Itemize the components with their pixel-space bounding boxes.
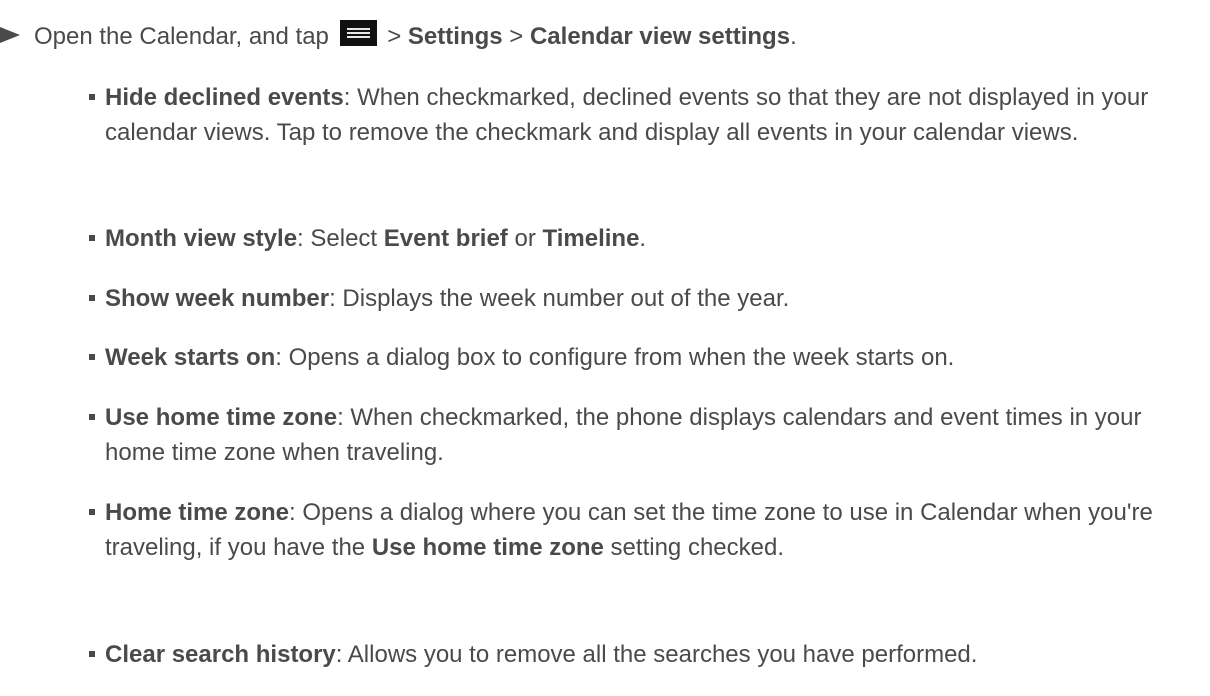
step-instruction: Open the Calendar, and tap > Settings > … [0, 20, 1200, 60]
item-description: : Select [297, 225, 384, 252]
list-item-clear-search-history: Clear search history: Allows you to remo… [89, 637, 1165, 672]
option-timeline: Timeline [542, 225, 640, 252]
step-separator: > [380, 23, 408, 50]
bullet-icon [89, 651, 95, 657]
bullet-icon [89, 235, 95, 241]
settings-label: Settings [407, 23, 503, 50]
item-description: : Allows you to remove all the searches … [335, 641, 978, 668]
list-item-home-time-zone: Home time zone: Opens a dialog where you… [89, 495, 1165, 565]
step-separator: > [502, 23, 530, 50]
list-item-show-week-number: Show week number: Displays the week numb… [89, 281, 1165, 316]
item-term: Home time zone [105, 499, 290, 526]
bullet-icon [89, 295, 95, 301]
list-item-hide-declined-events: Hide declined events: When checkmarked, … [89, 80, 1165, 150]
step-arrow-icon [0, 27, 20, 43]
step-end: . [790, 23, 797, 50]
list-item-use-home-time-zone: Use home time zone: When checkmarked, th… [89, 400, 1165, 470]
item-description: setting checked. [603, 534, 784, 561]
bullet-icon [89, 509, 95, 515]
use-home-time-zone-ref: Use home time zone [371, 534, 604, 561]
menu-icon [339, 20, 377, 46]
item-description: or [507, 225, 543, 252]
list-item-week-starts-on: Week starts on: Opens a dialog box to co… [89, 340, 1165, 375]
calendar-view-settings-label: Calendar view settings [529, 23, 791, 50]
item-term: Use home time zone [105, 404, 338, 431]
list-item-month-view-style: Month view style: Select Event brief or … [89, 221, 1165, 256]
item-term: Show week number [105, 285, 330, 312]
bullet-icon [89, 94, 95, 100]
item-term: Month view style [105, 225, 298, 252]
option-event-brief: Event brief [383, 225, 508, 252]
item-description: . [639, 225, 647, 252]
item-term: Week starts on [105, 344, 276, 371]
step-prefix: Open the Calendar, and tap [34, 23, 329, 50]
bullet-icon [89, 414, 95, 420]
item-description: : Displays the week number out of the ye… [329, 285, 790, 312]
step-text: Open the Calendar, and tap > Settings > … [34, 20, 797, 51]
bullet-icon [89, 354, 95, 360]
item-term: Clear search history [105, 641, 336, 668]
item-description: : Opens a dialog box to configure from w… [275, 344, 955, 371]
item-term: Hide declined events [105, 84, 344, 111]
